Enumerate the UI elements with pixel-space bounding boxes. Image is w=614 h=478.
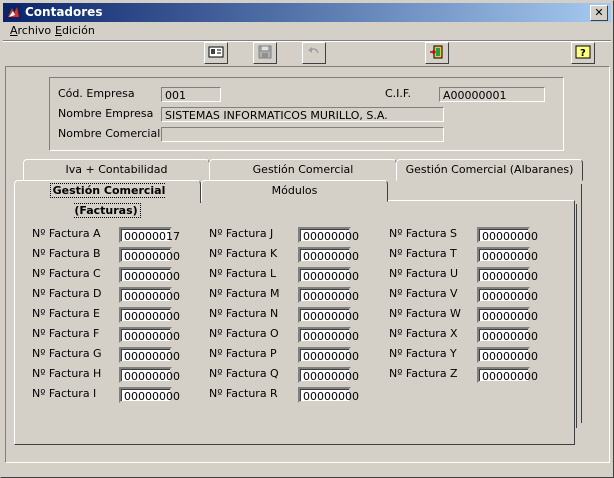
factura-i-label: Nº Factura I xyxy=(32,387,97,400)
factura-k-label: Nº Factura K xyxy=(209,247,278,260)
factura-c-field[interactable]: 00000000 xyxy=(119,267,180,283)
cod-empresa-label: Cód. Empresa xyxy=(58,87,135,100)
factura-l-label: Nº Factura L xyxy=(209,267,277,280)
factura-t-label: Nº Factura T xyxy=(389,247,457,260)
menu-edicion[interactable]: Edición xyxy=(55,24,95,37)
tab-iva-contabilidad-label: Iva + Contabilidad xyxy=(65,163,168,176)
factura-e-label: Nº Factura E xyxy=(32,307,101,320)
nombre-comercial-field[interactable] xyxy=(161,127,444,142)
title-bar[interactable]: Contadores ✕ xyxy=(3,3,611,22)
factura-z-label: Nº Factura Z xyxy=(389,367,458,380)
factura-h-label: Nº Factura H xyxy=(32,367,102,380)
exit-button[interactable] xyxy=(425,42,449,64)
card-button[interactable] xyxy=(204,42,228,64)
undo-button[interactable] xyxy=(302,42,326,64)
cif-field[interactable]: A00000001 xyxy=(439,87,545,102)
help-icon: ? xyxy=(575,45,591,59)
factura-j-label: Nº Factura J xyxy=(209,227,274,240)
factura-a-field[interactable]: 00000017 xyxy=(119,227,180,243)
factura-f-label: Nº Factura F xyxy=(32,327,100,340)
tab-modulos[interactable]: Módulos xyxy=(201,180,388,202)
factura-y-label: Nº Factura Y xyxy=(389,347,457,360)
factura-m-field[interactable]: 00000000 xyxy=(298,287,359,303)
factura-x-label: Nº Factura X xyxy=(389,327,458,340)
factura-g-field[interactable]: 00000000 xyxy=(119,347,180,363)
window-title: Contadores xyxy=(25,5,103,19)
menu-edicion-label: Edición xyxy=(55,24,95,37)
factura-d-label: Nº Factura D xyxy=(32,287,102,300)
factura-p-label: Nº Factura P xyxy=(209,347,277,360)
factura-n-label: Nº Factura N xyxy=(209,307,279,320)
undo-icon xyxy=(308,47,319,54)
help-button[interactable]: ? xyxy=(571,42,595,64)
tab-albaranes-label: Gestión Comercial (Albaranes) xyxy=(405,163,574,176)
factura-q-field[interactable]: 00000000 xyxy=(298,367,359,383)
close-icon: ✕ xyxy=(594,6,604,19)
factura-h-field[interactable]: 00000000 xyxy=(119,367,180,383)
factura-w-label: Nº Factura W xyxy=(389,307,461,320)
factura-i-field[interactable]: 00000000 xyxy=(119,387,180,403)
nombre-empresa-field[interactable]: SISTEMAS INFORMATICOS MURILLO, S.A. xyxy=(161,107,444,122)
factura-l-field[interactable]: 00000000 xyxy=(298,267,359,283)
tab-gestion-comercial-label: Gestión Comercial xyxy=(252,163,354,176)
svg-text:?: ? xyxy=(580,48,586,59)
factura-j-field[interactable]: 00000000 xyxy=(298,227,359,243)
factura-b-field[interactable]: 00000000 xyxy=(119,247,180,263)
factura-r-label: Nº Factura R xyxy=(209,387,278,400)
main-window: Contadores ✕ Archivo Edición ? Cód. Empr… xyxy=(0,0,614,478)
factura-o-label: Nº Factura O xyxy=(209,327,279,340)
factura-y-field[interactable]: 00000000 xyxy=(477,347,538,363)
factura-u-label: Nº Factura U xyxy=(389,267,459,280)
factura-c-label: Nº Factura C xyxy=(32,267,101,280)
id-card-icon xyxy=(208,46,224,58)
tab-modulos-label: Módulos xyxy=(271,184,318,197)
factura-a-label: Nº Factura A xyxy=(32,227,101,240)
factura-w-field[interactable]: 00000000 xyxy=(477,307,538,323)
menu-archivo[interactable]: Archivo xyxy=(10,24,51,37)
save-button[interactable] xyxy=(253,42,277,64)
factura-k-field[interactable]: 00000000 xyxy=(298,247,359,263)
factura-d-field[interactable]: 00000000 xyxy=(119,287,180,303)
cod-empresa-field[interactable]: 001 xyxy=(161,87,221,102)
app-icon xyxy=(6,5,21,20)
factura-p-field[interactable]: 00000000 xyxy=(298,347,359,363)
tab-gestion-comercial-facturas[interactable]: Gestión Comercial (Facturas) xyxy=(14,180,201,218)
factura-o-field[interactable]: 00000000 xyxy=(298,327,359,343)
factura-b-label: Nº Factura B xyxy=(32,247,101,260)
menu-archivo-label: Archivo xyxy=(10,24,52,37)
menu-bar: Archivo Edición xyxy=(3,22,611,40)
factura-x-field[interactable]: 00000000 xyxy=(477,327,538,343)
tab-gestion-comercial[interactable]: Gestión Comercial xyxy=(209,159,397,181)
factura-t-field[interactable]: 00000000 xyxy=(477,247,538,263)
factura-f-field[interactable]: 00000000 xyxy=(119,327,180,343)
factura-q-label: Nº Factura Q xyxy=(209,367,279,380)
factura-n-field[interactable]: 00000000 xyxy=(298,307,359,323)
nombre-empresa-label: Nombre Empresa xyxy=(58,107,154,120)
cif-label: C.I.F. xyxy=(385,87,411,100)
factura-v-label: Nº Factura V xyxy=(389,287,458,300)
close-button[interactable]: ✕ xyxy=(590,5,608,21)
exit-icon xyxy=(430,45,443,59)
factura-r-field[interactable]: 00000000 xyxy=(298,387,359,403)
tab-iva-contabilidad[interactable]: Iva + Contabilidad xyxy=(23,159,210,181)
factura-e-field[interactable]: 00000000 xyxy=(119,307,180,323)
save-icon xyxy=(258,45,272,59)
factura-z-field[interactable]: 00000000 xyxy=(477,367,538,383)
factura-g-label: Nº Factura G xyxy=(32,347,102,360)
factura-s-field[interactable]: 00000000 xyxy=(477,227,538,243)
nombre-comercial-label: Nombre Comercial xyxy=(58,127,161,140)
factura-m-label: Nº Factura M xyxy=(209,287,280,300)
factura-v-field[interactable]: 00000000 xyxy=(477,287,538,303)
factura-u-field[interactable]: 00000000 xyxy=(477,267,538,283)
tab-gestion-comercial-albaranes[interactable]: Gestión Comercial (Albaranes) xyxy=(396,159,583,181)
factura-s-label: Nº Factura S xyxy=(389,227,458,240)
